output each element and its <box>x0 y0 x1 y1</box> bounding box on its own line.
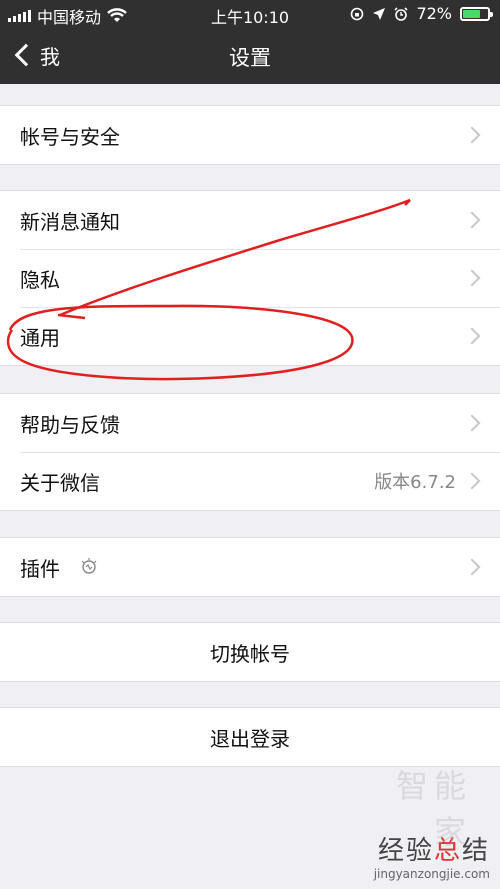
status-right: 72% <box>350 4 493 23</box>
battery-icon <box>460 6 493 21</box>
group-logout: 退出登录 <box>0 707 500 767</box>
group-general: 新消息通知 隐私 通用 <box>0 190 500 366</box>
cell-notifications[interactable]: 新消息通知 <box>0 191 500 249</box>
chevron-right-icon <box>463 126 481 144</box>
cell-label: 帐号与安全 <box>20 124 120 149</box>
cell-general[interactable]: 通用 <box>0 307 500 365</box>
watermark-ghost: 智能家 <box>395 767 472 851</box>
location-icon <box>373 7 386 20</box>
alarm-icon <box>394 6 409 21</box>
logout-label: 退出登录 <box>210 726 290 751</box>
group-plugins: 插件 <box>0 537 500 597</box>
logout-button[interactable]: 退出登录 <box>0 708 500 766</box>
cell-about-wechat[interactable]: 关于微信 版本6.7.2 <box>0 452 500 510</box>
cell-privacy[interactable]: 隐私 <box>0 249 500 307</box>
watermark: 智能家 经验总结 jingyanzongjie.com <box>373 767 490 881</box>
nav-bar: 我 设置 <box>0 28 500 84</box>
chevron-right-icon <box>463 472 481 490</box>
switch-account-label: 切换帐号 <box>210 641 290 666</box>
rotation-lock-icon <box>351 7 364 20</box>
status-bar: 中国移动 上午10:10 72% <box>0 0 500 28</box>
chevron-right-icon <box>463 211 481 229</box>
page-title: 设置 <box>229 46 271 70</box>
cell-label: 插件 <box>20 556 60 581</box>
cell-help-feedback[interactable]: 帮助与反馈 <box>0 394 500 452</box>
top-bar: 中国移动 上午10:10 72% 我 设置 <box>0 0 500 84</box>
cell-label: 隐私 <box>20 267 60 292</box>
battery-percent: 72% <box>416 4 452 23</box>
group-switch-account: 切换帐号 <box>0 622 500 682</box>
battery-fill <box>463 9 481 18</box>
cell-account-security[interactable]: 帐号与安全 <box>0 106 500 164</box>
switch-account-button[interactable]: 切换帐号 <box>0 623 500 681</box>
chevron-right-icon <box>463 269 481 287</box>
chevron-right-icon <box>463 414 481 432</box>
cell-label: 新消息通知 <box>20 209 120 234</box>
version-label: 版本6.7.2 <box>374 472 456 493</box>
chevron-right-icon <box>463 327 481 345</box>
lightbulb-icon <box>81 558 97 574</box>
cell-label: 帮助与反馈 <box>20 412 120 437</box>
group-account: 帐号与安全 <box>0 105 500 165</box>
cell-label: 通用 <box>20 325 60 350</box>
cell-label: 关于微信 <box>20 470 100 495</box>
cell-plugins[interactable]: 插件 <box>0 538 500 596</box>
chevron-right-icon <box>463 558 481 576</box>
watermark-url: jingyanzongjie.com <box>373 867 490 881</box>
group-about: 帮助与反馈 关于微信 版本6.7.2 <box>0 393 500 511</box>
